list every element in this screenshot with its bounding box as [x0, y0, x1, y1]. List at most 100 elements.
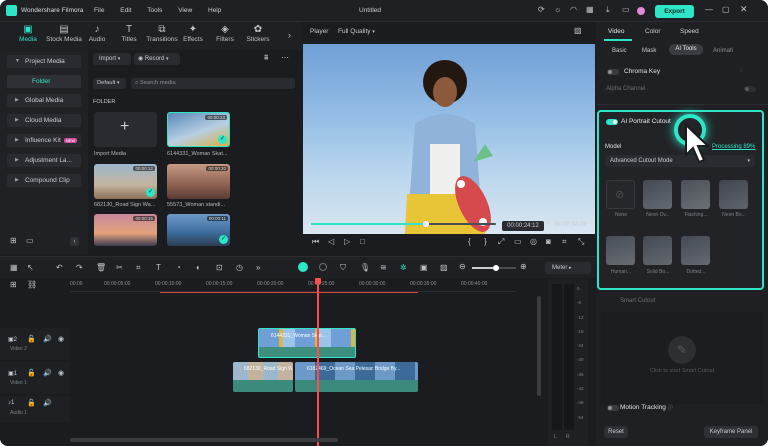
shield-icon[interactable]: ⛉ — [340, 263, 346, 273]
nav-cloud-media[interactable]: ▶ Cloud Media — [7, 114, 81, 127]
sun-icon[interactable]: ☼ — [554, 5, 561, 14]
color-icon[interactable]: ◐ — [196, 263, 201, 272]
close-icon[interactable]: ✕ — [740, 4, 748, 15]
tab-video[interactable]: Video — [608, 28, 625, 35]
media-thumb-bridge[interactable]: 00:00:11 ✓ — [167, 214, 230, 246]
media-thumb-sunset[interactable]: 00:00:15 — [94, 214, 157, 246]
tab-filters[interactable]: ◈ Filters — [208, 24, 242, 43]
option-flashing[interactable] — [681, 180, 710, 209]
voice-icon[interactable]: ≋ — [380, 263, 387, 272]
tab-audio[interactable]: ♪ Audio — [80, 24, 114, 43]
mic-icon[interactable]: 🎙 — [360, 263, 370, 272]
crop-tool-icon[interactable]: ⌗ — [136, 263, 141, 273]
option-solid-border[interactable] — [643, 236, 672, 265]
import-button[interactable]: Import ▾ — [93, 53, 131, 65]
collapse-icon[interactable]: ‹ — [70, 237, 79, 246]
menu-help[interactable]: Help — [208, 7, 221, 14]
subtab-mask[interactable]: Mask — [642, 48, 656, 54]
alpha-channel-toggle[interactable] — [744, 86, 756, 92]
lock-icon[interactable]: 🔓 — [27, 335, 36, 343]
filter-icon[interactable]: ⩩ — [264, 53, 268, 63]
reset-button[interactable]: Reset — [604, 426, 628, 438]
crop-icon[interactable]: ⌗ — [562, 237, 567, 247]
split-icon[interactable]: ✂ — [116, 263, 123, 272]
record-button[interactable]: ◉ Record ▾ — [134, 53, 180, 65]
menu-view[interactable]: View — [178, 7, 192, 14]
zoom-handle[interactable] — [493, 265, 499, 271]
import-media-tile[interactable]: + — [94, 112, 157, 147]
ai-portrait-toggle[interactable] — [606, 119, 618, 125]
undo-icon[interactable]: ↶ — [56, 263, 63, 272]
notification-icon[interactable]: ▭ — [622, 5, 630, 14]
add-track-icon[interactable]: ⊞ — [10, 280, 17, 289]
chevron-right-icon[interactable]: › — [288, 30, 291, 40]
playhead[interactable] — [317, 282, 319, 446]
option-none[interactable]: ⊘ — [606, 180, 635, 209]
motion-tracking-toggle[interactable] — [607, 405, 619, 411]
eye-icon[interactable]: ◉ — [58, 335, 64, 343]
stabilize-icon[interactable]: ⊡ — [216, 263, 223, 272]
vertical-scrollbar[interactable] — [537, 296, 541, 396]
export-button[interactable]: Export — [655, 5, 694, 18]
media-thumb-woman[interactable]: 00:00:20 — [167, 164, 230, 199]
clip-ocean-bridge[interactable]: 6182469_Ocean Sea Pelesac Bridge By... — [295, 362, 418, 392]
lock-icon[interactable]: 🔓 — [27, 399, 36, 407]
reset-icon[interactable]: ◌ — [739, 67, 743, 74]
mark-out-icon[interactable]: } — [484, 237, 487, 246]
timer-icon[interactable]: ◷ — [236, 263, 243, 272]
auto-ripple-icon[interactable] — [298, 262, 308, 272]
menu-file[interactable]: File — [94, 7, 104, 14]
tab-effects[interactable]: ✦ Effects — [176, 24, 210, 43]
horizontal-scrollbar[interactable] — [70, 438, 338, 442]
media-thumb-road-sign[interactable]: 00:00:12 ✓ — [94, 164, 157, 199]
select-icon[interactable]: ↖ — [27, 263, 34, 272]
folder-icon[interactable]: ▭ — [26, 236, 34, 245]
chroma-key-toggle[interactable] — [607, 69, 619, 75]
tab-media[interactable]: ▣ Media — [10, 24, 46, 43]
subtab-animation[interactable]: Animati — [713, 48, 733, 54]
nav-compound-clip[interactable]: ▶ Compound Clip — [7, 174, 81, 187]
nav-folder[interactable]: Folder — [7, 75, 81, 88]
model-dropdown[interactable]: Advanced Cutout Mode ▾ — [605, 155, 755, 167]
subtab-basic[interactable]: Basic — [612, 48, 627, 54]
record-dot-icon[interactable] — [319, 263, 327, 271]
meter-dropdown[interactable]: Meter ▸ — [545, 262, 591, 274]
monitor-icon[interactable]: ▭ — [514, 237, 522, 246]
speed-icon[interactable]: ◔ — [176, 263, 181, 272]
media-thumb-skater[interactable]: 00:00:23 ✓ — [167, 112, 230, 147]
video-preview[interactable] — [303, 44, 595, 234]
pip-icon[interactable]: ▣ — [420, 263, 428, 272]
clip-road-sign[interactable]: 682130_Road Sign Wa... — [233, 362, 293, 392]
progress-track[interactable] — [311, 221, 496, 227]
maximize-icon[interactable]: ▢ — [722, 5, 730, 14]
camera-icon[interactable]: ◙ — [546, 237, 551, 246]
sort-dropdown[interactable]: Default ▾ — [93, 78, 126, 89]
image-icon[interactable]: ▨ — [440, 263, 448, 272]
more-icon[interactable]: ⋯ — [281, 53, 289, 62]
smart-cutout-area[interactable]: ✎ Click to start Smart Cutout — [601, 312, 763, 404]
layout-icon[interactable]: ▦ — [10, 263, 18, 272]
download-icon[interactable]: ⤓ — [606, 5, 610, 15]
play-icon[interactable]: ▷ — [344, 237, 350, 246]
redo-icon[interactable]: ↷ — [76, 263, 83, 272]
subtab-ai-tools[interactable]: AI Tools — [669, 44, 703, 55]
eye-icon[interactable]: ◉ — [58, 369, 64, 377]
nav-influence-kit[interactable]: ▶ Influence Kit NEW — [7, 134, 81, 147]
new-folder-icon[interactable]: ⊞ — [10, 236, 17, 245]
frame-back-icon[interactable]: ◁ — [328, 237, 334, 246]
tab-titles[interactable]: T Titles — [112, 24, 146, 43]
keyframe-panel-button[interactable]: Keyframe Panel — [704, 426, 758, 438]
option-dotted[interactable] — [681, 236, 710, 265]
nav-adjustment-layer[interactable]: ▶ Adjustment La... — [7, 154, 81, 167]
minimize-icon[interactable]: — — [705, 5, 713, 14]
delete-icon[interactable]: 🗑 — [96, 263, 106, 272]
option-neon-border[interactable] — [719, 180, 748, 209]
quality-dropdown[interactable]: Full Quality ▾ — [338, 28, 375, 35]
audio-icon[interactable]: ◎ — [530, 237, 537, 246]
zoom-in-icon[interactable]: ⊕ — [520, 262, 527, 271]
progress-handle[interactable] — [422, 221, 429, 227]
grid-icon[interactable]: ▦ — [586, 5, 594, 14]
option-human[interactable] — [606, 236, 635, 265]
expand-icon[interactable]: ⤡ — [578, 237, 584, 247]
nav-global-media[interactable]: ▶ Global Media — [7, 94, 81, 107]
